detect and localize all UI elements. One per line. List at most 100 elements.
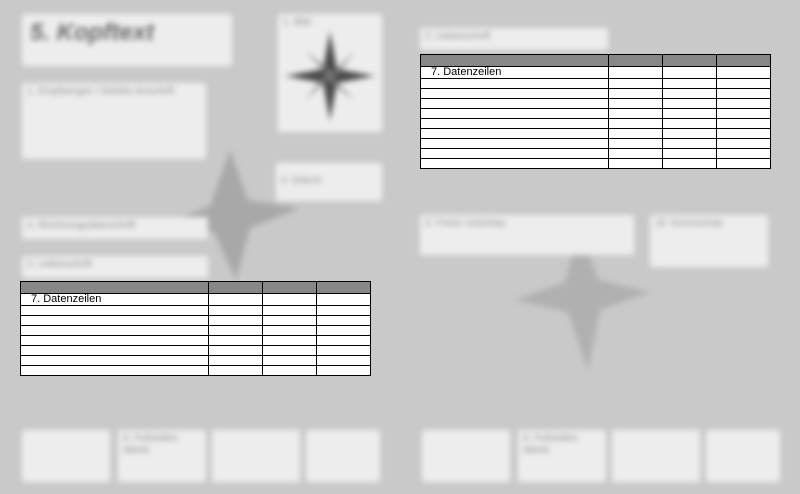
- table-cell: [716, 118, 771, 129]
- table-cell: [608, 66, 663, 79]
- table-row: [20, 315, 371, 326]
- table-cell: [716, 98, 771, 109]
- table-row: [420, 158, 771, 169]
- fusszeile-right-label: 6. Fußzeilen Werte: [523, 433, 579, 456]
- table-cell: [316, 325, 371, 336]
- table-cell: [716, 78, 771, 89]
- table-cell: [608, 108, 663, 119]
- table-cell: [316, 345, 371, 356]
- table-row: [20, 325, 371, 336]
- table-cell: [20, 315, 209, 326]
- table-cell: [662, 128, 717, 139]
- datenzeilen-table-left: 7. Datenzeilen: [20, 281, 371, 376]
- table-cell: [262, 325, 317, 336]
- table-cell: [662, 88, 717, 99]
- table-cell: [716, 138, 771, 149]
- table-cell: [208, 315, 263, 326]
- logo-box: 1. Bild: [278, 14, 382, 132]
- table-cell: [420, 148, 609, 159]
- table-cell: [608, 78, 663, 89]
- table-header-cell: [420, 54, 609, 67]
- table-cell: [716, 158, 771, 169]
- fusszeile-right-4-box: [706, 430, 780, 482]
- datenzeilen-label: 7. Datenzeilen: [20, 293, 209, 306]
- table-cell: [262, 365, 317, 376]
- table-cell: [608, 138, 663, 149]
- table-cell: [662, 78, 717, 89]
- table-header-cell: [716, 54, 771, 67]
- table-row: [20, 355, 371, 366]
- table-cell: [20, 325, 209, 336]
- table-cell: [316, 305, 371, 316]
- kopftext-label: 5. Kopftext: [30, 19, 155, 46]
- table-cell: [20, 305, 209, 316]
- fusszeile-left-1-box: [22, 430, 110, 482]
- table-cell: [420, 88, 609, 99]
- compass-logo-icon: [285, 31, 375, 121]
- datenzeilen-table-right: 7. Datenzeilen: [420, 54, 771, 169]
- table-cell: [316, 335, 371, 346]
- table-row: 7. Datenzeilen: [20, 293, 371, 306]
- ueberschrift-left-label: 2. Ueberschrift: [27, 259, 93, 270]
- table-cell: [262, 345, 317, 356]
- table-row: [420, 138, 771, 149]
- table-cell: [716, 128, 771, 139]
- table-cell: [716, 148, 771, 159]
- table-cell: [716, 66, 771, 79]
- freier-unterbau-box: 3. Freier Unterbau: [420, 215, 634, 255]
- table-row: [420, 128, 771, 139]
- fusszeile-left-3-box: [212, 430, 300, 482]
- table-header-cell: [208, 281, 263, 294]
- table-cell: [262, 355, 317, 366]
- table-cell: [608, 98, 663, 109]
- table-row: [420, 148, 771, 159]
- table-cell: [662, 148, 717, 159]
- fusszeile-left-label: 6. Fußzeilen Werte: [123, 433, 179, 456]
- table-cell: [608, 88, 663, 99]
- fusszeile-left-4-box: [306, 430, 380, 482]
- table-cell: [716, 108, 771, 119]
- rechnung-label: 4. Rechnungsüberschrift: [27, 220, 136, 231]
- kommentar-box: 10. Kommentar: [650, 215, 768, 267]
- table-row: [420, 78, 771, 89]
- kopftext-box: 5. Kopftext: [22, 14, 232, 66]
- table-cell: [20, 355, 209, 366]
- table-header-cell: [662, 54, 717, 67]
- table-cell: [20, 365, 209, 376]
- datum-box: 3. Datum: [276, 163, 382, 201]
- table-row: [420, 108, 771, 119]
- rechnung-box: 4. Rechnungsüberschrift: [22, 217, 208, 239]
- table-row: [420, 118, 771, 129]
- fusszeile-left-2-box: 6. Fußzeilen Werte: [118, 430, 206, 482]
- table-cell: [262, 305, 317, 316]
- fusszeile-right-1-box: [422, 430, 510, 482]
- table-cell: [420, 108, 609, 119]
- table-cell: [420, 78, 609, 89]
- table-cell: [420, 118, 609, 129]
- table-cell: [608, 118, 663, 129]
- table-row: [20, 345, 371, 356]
- table-row: [20, 305, 371, 316]
- fusszeile-right-3-box: [612, 430, 700, 482]
- table-cell: [716, 88, 771, 99]
- datenzeilen-label: 7. Datenzeilen: [420, 66, 609, 79]
- table-cell: [608, 128, 663, 139]
- table-cell: [420, 98, 609, 109]
- ueberschrift-right-label: 2. Ueberschrift: [425, 31, 491, 42]
- table-row: 7. Datenzeilen: [420, 66, 771, 79]
- ueberschrift-right-box: 2. Ueberschrift: [420, 28, 608, 50]
- table-cell: [208, 305, 263, 316]
- table-header-cell: [20, 281, 209, 294]
- table-cell: [662, 108, 717, 119]
- table-row: [20, 365, 371, 376]
- table-cell: [262, 315, 317, 326]
- fusszeile-right-2-box: 6. Fußzeilen Werte: [518, 430, 606, 482]
- table-cell: [208, 355, 263, 366]
- table-cell: [262, 293, 317, 306]
- table-cell: [208, 335, 263, 346]
- table-header-row: [420, 54, 771, 67]
- table-row: [420, 88, 771, 99]
- table-cell: [420, 128, 609, 139]
- table-cell: [662, 118, 717, 129]
- table-cell: [608, 148, 663, 159]
